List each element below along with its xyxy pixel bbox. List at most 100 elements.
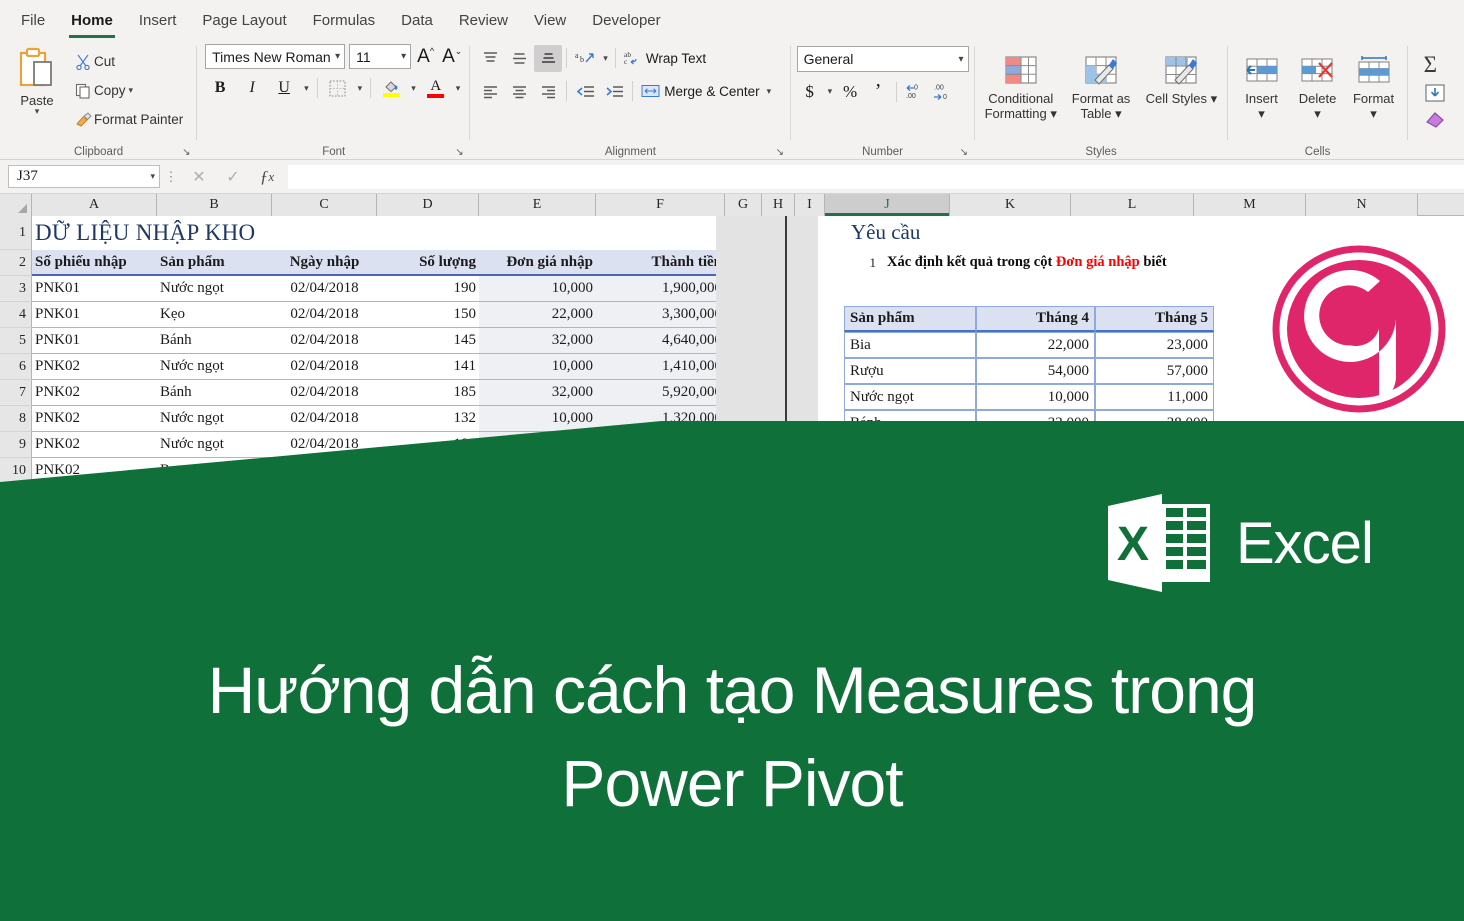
cell-A11[interactable]: PNK03 <box>32 484 157 510</box>
cell-B7[interactable]: Bánh <box>157 380 272 406</box>
chevron-down-icon[interactable]: ▾ <box>1050 106 1057 121</box>
cell-A12[interactable]: PNK <box>32 510 157 536</box>
price-cell-month4[interactable]: 22,000 <box>976 436 1095 462</box>
column-header-G[interactable]: G <box>725 194 762 216</box>
cell-F16[interactable] <box>596 614 725 640</box>
cell-B13[interactable] <box>157 536 272 562</box>
align-right-button[interactable] <box>534 78 562 105</box>
paste-button[interactable]: Paste ▾ <box>6 45 68 117</box>
cell-C13[interactable] <box>272 536 377 562</box>
price-cell-product[interactable]: Bánh <box>844 410 976 436</box>
autosum-button[interactable]: Σ <box>1424 50 1458 80</box>
number-format-combo[interactable]: General ▾ <box>797 46 969 72</box>
tab-data[interactable]: Data <box>388 4 446 40</box>
chevron-down-icon[interactable]: ▾ <box>1115 106 1122 121</box>
cell-D7[interactable]: 185 <box>377 380 479 406</box>
cell-F9[interactable]: 1,840,000 <box>596 432 725 458</box>
cell-C3[interactable]: 02/04/2018 <box>272 276 377 302</box>
cut-button[interactable]: Cut <box>68 48 187 75</box>
row-header-16[interactable]: 16 <box>0 614 32 640</box>
chevron-down-icon[interactable]: ▾ <box>150 171 155 182</box>
cell-F2[interactable]: Thành tiền <box>596 250 725 276</box>
column-header-I[interactable]: I <box>795 194 825 216</box>
row-header-14[interactable]: 14 <box>0 562 32 588</box>
cell-I1[interactable] <box>818 216 848 250</box>
format-cells-button[interactable]: Format▾ <box>1346 52 1402 121</box>
cell-J1[interactable]: Yêu cầu <box>848 216 1248 250</box>
underline-chevron-down-icon[interactable]: ▾ <box>301 83 312 94</box>
cell-E15[interactable] <box>479 588 596 614</box>
cell-E12[interactable] <box>479 510 596 536</box>
cell-D2[interactable]: Số lượng <box>377 250 479 276</box>
cell-B14[interactable] <box>157 562 272 588</box>
cell-D4[interactable]: 150 <box>377 302 479 328</box>
cell-C7[interactable]: 02/04/2018 <box>272 380 377 406</box>
cell-E8[interactable]: 10,000 <box>479 406 596 432</box>
clipboard-dialog-launcher[interactable]: ↘ <box>182 147 193 158</box>
column-header-H[interactable]: H <box>762 194 795 216</box>
wrap-text-button[interactable]: ab c Wrap Text <box>620 44 710 72</box>
formula-bar-handle[interactable]: ⋮ <box>160 169 182 185</box>
currency-button[interactable]: $ <box>797 78 823 105</box>
tab-file[interactable]: File <box>8 4 58 40</box>
insert-cells-button[interactable]: Insert▾ <box>1234 52 1290 121</box>
row-header-2[interactable]: 2 <box>0 250 32 276</box>
cell-E10[interactable]: 54,000 <box>479 458 596 484</box>
row-header-9[interactable]: 9 <box>0 432 32 458</box>
cell-D6[interactable]: 141 <box>377 354 479 380</box>
italic-button[interactable]: I <box>237 74 267 102</box>
chevron-down-icon[interactable]: ▾ <box>1211 91 1218 106</box>
column-header-J[interactable]: J <box>825 194 950 216</box>
tab-view[interactable]: View <box>521 4 579 40</box>
cell-A13[interactable]: PN <box>32 536 157 562</box>
cell-J2-req-number[interactable]: 1 <box>857 250 879 276</box>
cell-E5[interactable]: 32,000 <box>479 328 596 354</box>
increase-indent-button[interactable] <box>600 78 628 105</box>
cell-F10[interactable] <box>596 458 725 484</box>
cell-E7[interactable]: 32,000 <box>479 380 596 406</box>
cell-E14[interactable] <box>479 562 596 588</box>
cell-D16[interactable] <box>377 614 479 640</box>
tab-page-layout[interactable]: Page Layout <box>189 4 299 40</box>
comma-style-button[interactable]: ’ <box>865 78 891 105</box>
row-header-15[interactable]: 15 <box>0 588 32 614</box>
tab-insert[interactable]: Insert <box>126 4 190 40</box>
cell-D13[interactable] <box>377 536 479 562</box>
cell-C12[interactable] <box>272 510 377 536</box>
cell-E3[interactable]: 10,000 <box>479 276 596 302</box>
formula-input[interactable] <box>288 165 1464 189</box>
cell-B5[interactable]: Bánh <box>157 328 272 354</box>
decrease-indent-button[interactable] <box>571 78 599 105</box>
column-header-K[interactable]: K <box>950 194 1071 216</box>
percent-button[interactable]: % <box>837 78 863 105</box>
currency-chevron-down-icon[interactable]: ▾ <box>825 86 836 97</box>
cell-D9[interactable]: 184 <box>377 432 479 458</box>
cell-E2[interactable]: Đơn giá nhập <box>479 250 596 276</box>
increase-decimal-button[interactable]: 0 .00 <box>902 78 928 105</box>
cell-B16[interactable] <box>157 614 272 640</box>
font-color-button[interactable]: A <box>421 74 451 102</box>
column-header-F[interactable]: F <box>596 194 725 216</box>
cell-E13[interactable] <box>479 536 596 562</box>
row-header-7[interactable]: 7 <box>0 380 32 406</box>
column-header-D[interactable]: D <box>377 194 479 216</box>
cell-F4[interactable]: 3,300,000 <box>596 302 725 328</box>
row-header-10[interactable]: 10 <box>0 458 32 484</box>
price-cell-month4[interactable]: 54,000 <box>976 358 1095 384</box>
row-header-11[interactable]: 11 <box>0 484 32 510</box>
chevron-down-icon[interactable]: ▾ <box>1314 106 1321 121</box>
cell-E6[interactable]: 10,000 <box>479 354 596 380</box>
row-header-8[interactable]: 8 <box>0 406 32 432</box>
borders-button[interactable] <box>323 74 353 102</box>
cell-B3[interactable]: Nước ngọt <box>157 276 272 302</box>
paste-chevron-down-icon[interactable]: ▾ <box>35 106 40 117</box>
tab-formulas[interactable]: Formulas <box>300 4 389 40</box>
cell-D3[interactable]: 190 <box>377 276 479 302</box>
cell-D12[interactable] <box>377 510 479 536</box>
cell-F3[interactable]: 1,900,000 <box>596 276 725 302</box>
number-dialog-launcher[interactable]: ↘ <box>960 147 971 158</box>
format-painter-button[interactable]: Format Painter <box>68 106 187 133</box>
decrease-decimal-button[interactable]: .00 0 <box>930 78 956 105</box>
price-cell-month5[interactable]: 38,000 <box>1095 410 1214 436</box>
price-cell-month4[interactable]: 32,000 <box>976 410 1095 436</box>
